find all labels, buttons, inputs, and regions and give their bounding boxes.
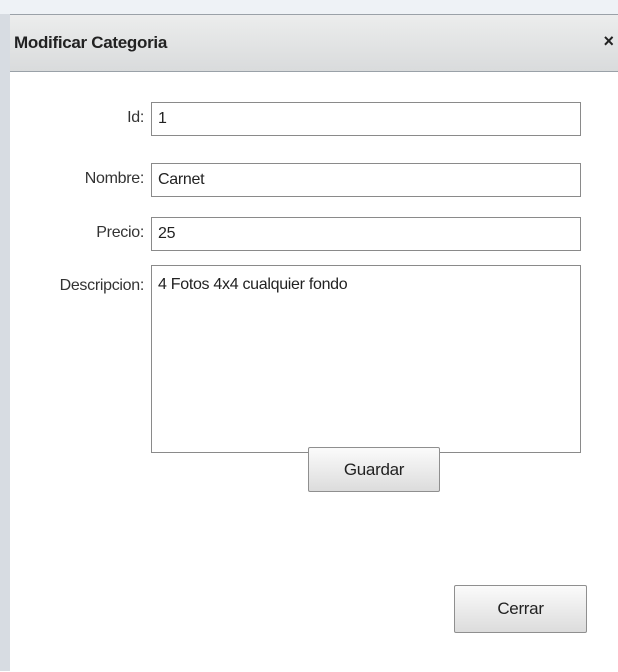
close-button[interactable]: Cerrar xyxy=(454,585,587,633)
close-icon[interactable]: × xyxy=(603,31,614,52)
descripcion-field[interactable]: 4 Fotos 4x4 cualquier fondo xyxy=(151,265,581,453)
descripcion-label: Descripcion: xyxy=(59,277,145,294)
id-field[interactable] xyxy=(151,102,581,136)
nombre-field[interactable] xyxy=(151,163,581,197)
precio-label: Precio: xyxy=(96,224,144,241)
dialog-title: Modificar Categoria xyxy=(14,33,167,52)
background-strip xyxy=(0,0,618,14)
nombre-label: Nombre: xyxy=(84,170,145,187)
id-label: Id: xyxy=(127,109,144,126)
modify-category-dialog: Modificar Categoria × Id: Nombre: Precio… xyxy=(10,14,618,672)
dialog-titlebar: Modificar Categoria × xyxy=(10,15,618,72)
precio-field[interactable] xyxy=(151,217,581,251)
save-button[interactable]: Guardar xyxy=(308,447,440,492)
